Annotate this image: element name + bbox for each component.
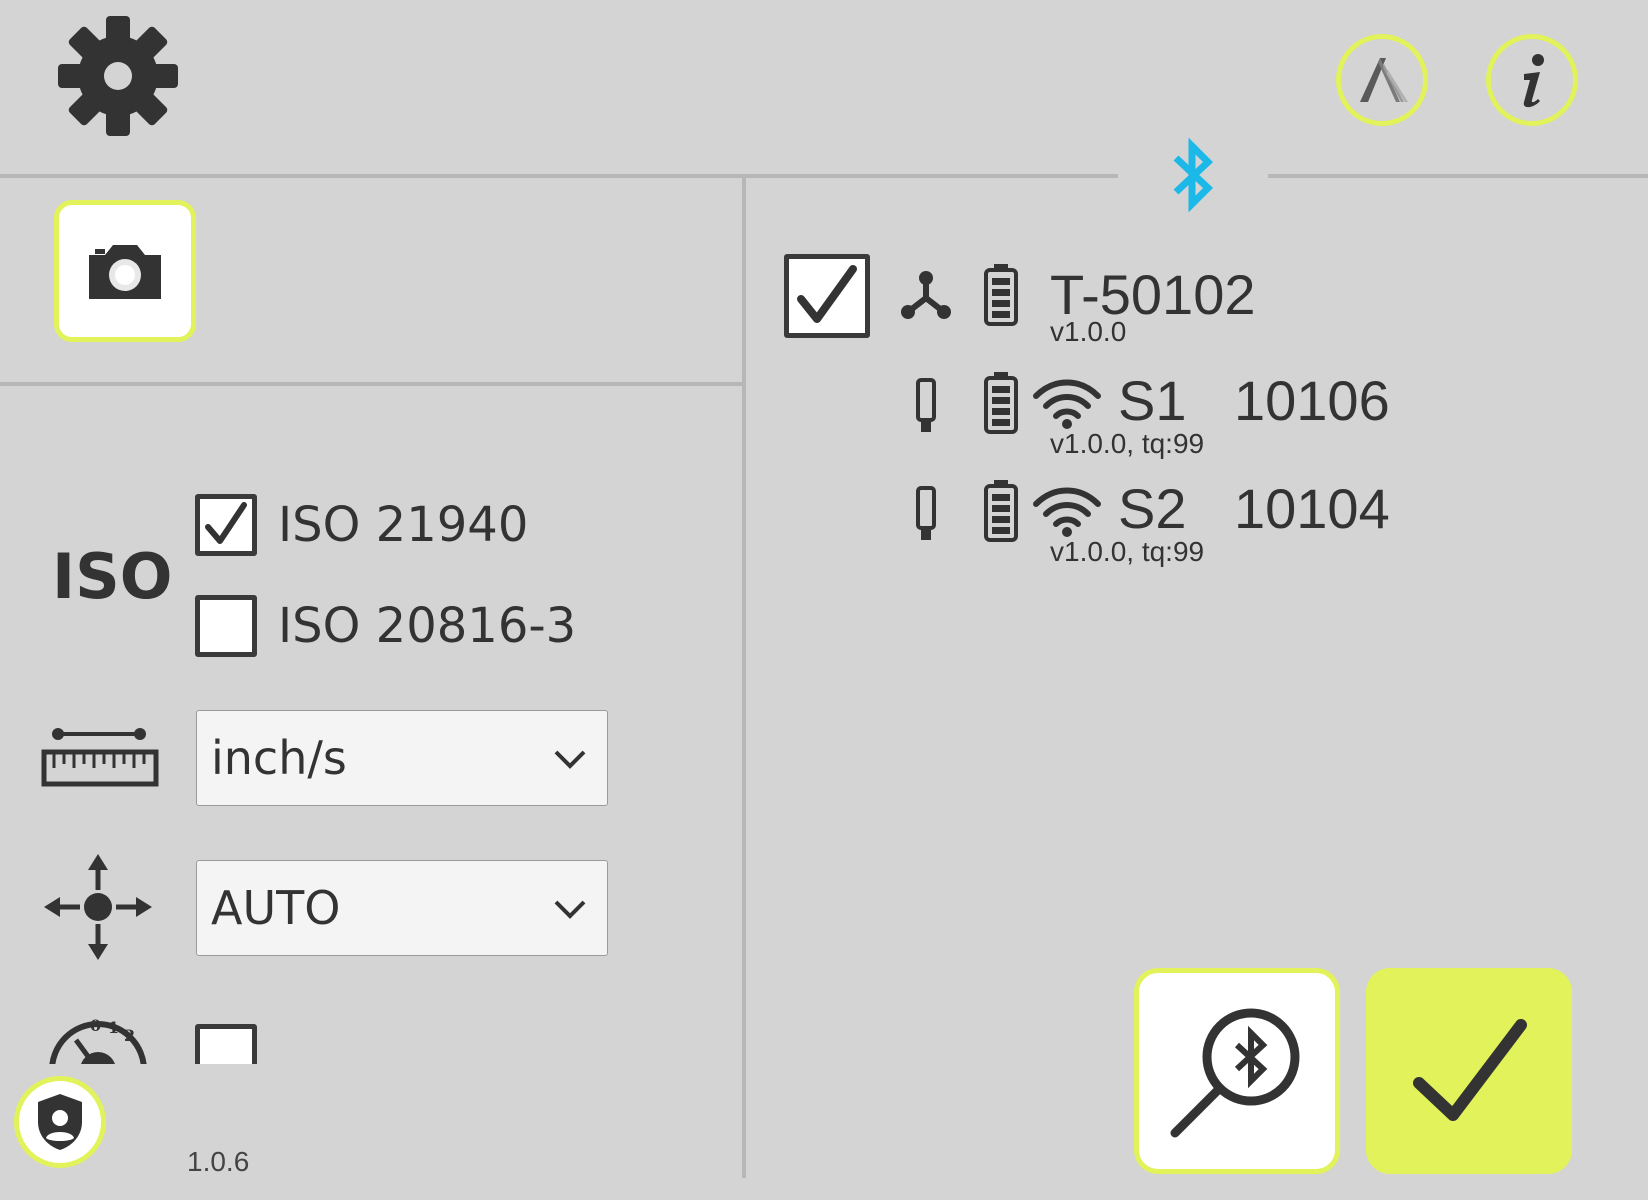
camera-button[interactable] [54,200,196,342]
sensor-row: S2 10104 v1.0.0, tq:99 [910,477,1430,578]
shield-user-icon [38,1094,82,1150]
chevron-down-icon [554,900,586,919]
battery-full-icon [984,372,1018,434]
app-version: 1.0.6 [187,1146,250,1177]
transmitter-type [900,270,952,320]
sensor-probe-icon [916,378,936,432]
info-icon [1523,54,1544,108]
iso-21940-checkbox[interactable] [195,494,257,556]
checkmark-icon [205,502,247,544]
left-section-divider [0,382,742,386]
sensor-id: 10106 [1234,369,1390,432]
direction-arrows-icon [44,854,152,960]
sensor-name: S1 [1118,369,1187,432]
checkmark-icon [1413,1019,1527,1121]
gauge-tick-0: 0 [90,1016,102,1035]
sensor-id: 10104 [1234,477,1390,540]
gear-icon [58,16,178,136]
network-hub-icon [901,271,951,319]
bluetooth-indicator [1170,137,1216,213]
sensor-version: v1.0.0, tq:99 [1050,536,1205,567]
iso-21940-label: ISO 21940 [278,497,529,553]
mode-select[interactable]: AUTO [196,860,608,956]
info-button[interactable] [1486,34,1578,126]
mode-label [42,852,154,962]
iso-20816-3-checkbox[interactable] [195,595,257,657]
camera-icon [89,245,161,299]
bluetooth-search-icon [1170,1008,1300,1138]
wifi-signal-icon [1033,379,1101,429]
settings-button[interactable] [58,16,178,136]
unit-select-value: inch/s [211,731,347,785]
header-divider-right [1268,174,1648,178]
brand-a-icon [1360,58,1408,102]
panel-divider [742,178,746,1178]
chevron-down-icon [554,750,586,769]
battery-full-icon [984,264,1018,326]
sensor-version: v1.0.0, tq:99 [1050,428,1205,459]
sensor-probe-icon [916,486,936,540]
transmitter-version: v1.0.0 [1050,316,1127,347]
wifi-signal-icon [1033,487,1101,537]
iso-label: ISO [52,540,173,613]
checkmark-icon [797,265,857,323]
ruler-icon [41,728,159,787]
confirm-button[interactable] [1366,968,1572,1174]
bluetooth-scan-button[interactable] [1134,968,1340,1174]
bluetooth-icon [1173,137,1214,213]
gauge-checkbox[interactable] [195,1024,257,1064]
unit-select[interactable]: inch/s [196,710,608,806]
gauge-label: 0 1 2 [46,1010,150,1064]
transmitter-checkbox[interactable] [784,254,870,338]
gauge-tick-1: 1 [108,1018,120,1037]
iso-20816-3-label: ISO 20816-3 [278,598,577,654]
header-divider-left [0,174,1118,178]
mode-select-value: AUTO [211,881,341,935]
sensor-name: S2 [1118,477,1187,540]
gauge-tick-2: 2 [124,1026,136,1045]
sensor-row: S1 10106 v1.0.0, tq:99 [910,369,1430,470]
unit-label [40,724,160,790]
security-button[interactable] [14,1076,106,1168]
gauge-row: 0 1 2 [40,1000,270,1064]
transmitter-battery [984,264,1018,326]
brand-button[interactable] [1336,34,1428,126]
battery-full-icon [984,480,1018,542]
